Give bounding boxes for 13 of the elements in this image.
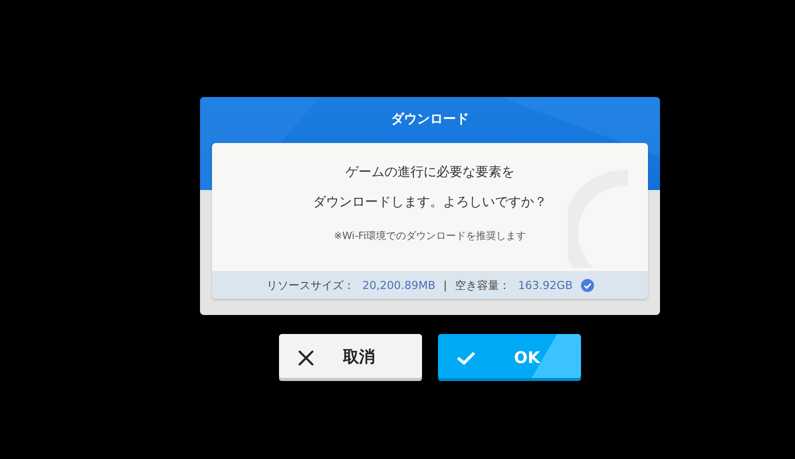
message-text: ゲームの進行に必要な要素を [346, 164, 514, 181]
resource-label: リソースサイズ： [266, 278, 354, 292]
message-text: ダウンロードします。よろしいですか？ [313, 194, 547, 211]
separator-text: | [443, 278, 448, 292]
checkmark-icon [456, 350, 476, 366]
dialog-title: ダウンロード [390, 111, 470, 129]
cancel-button[interactable]: 取消 [279, 334, 422, 381]
free-space-label: 空き容量： [455, 278, 510, 292]
free-space-value: 163.92GB [518, 278, 573, 292]
resource-value: 20,200.89MB [362, 278, 436, 292]
note-text: ※Wi-Fi環境でのダウンロードを推奨します [334, 230, 526, 243]
close-icon [297, 348, 315, 366]
check-icon [580, 278, 594, 292]
